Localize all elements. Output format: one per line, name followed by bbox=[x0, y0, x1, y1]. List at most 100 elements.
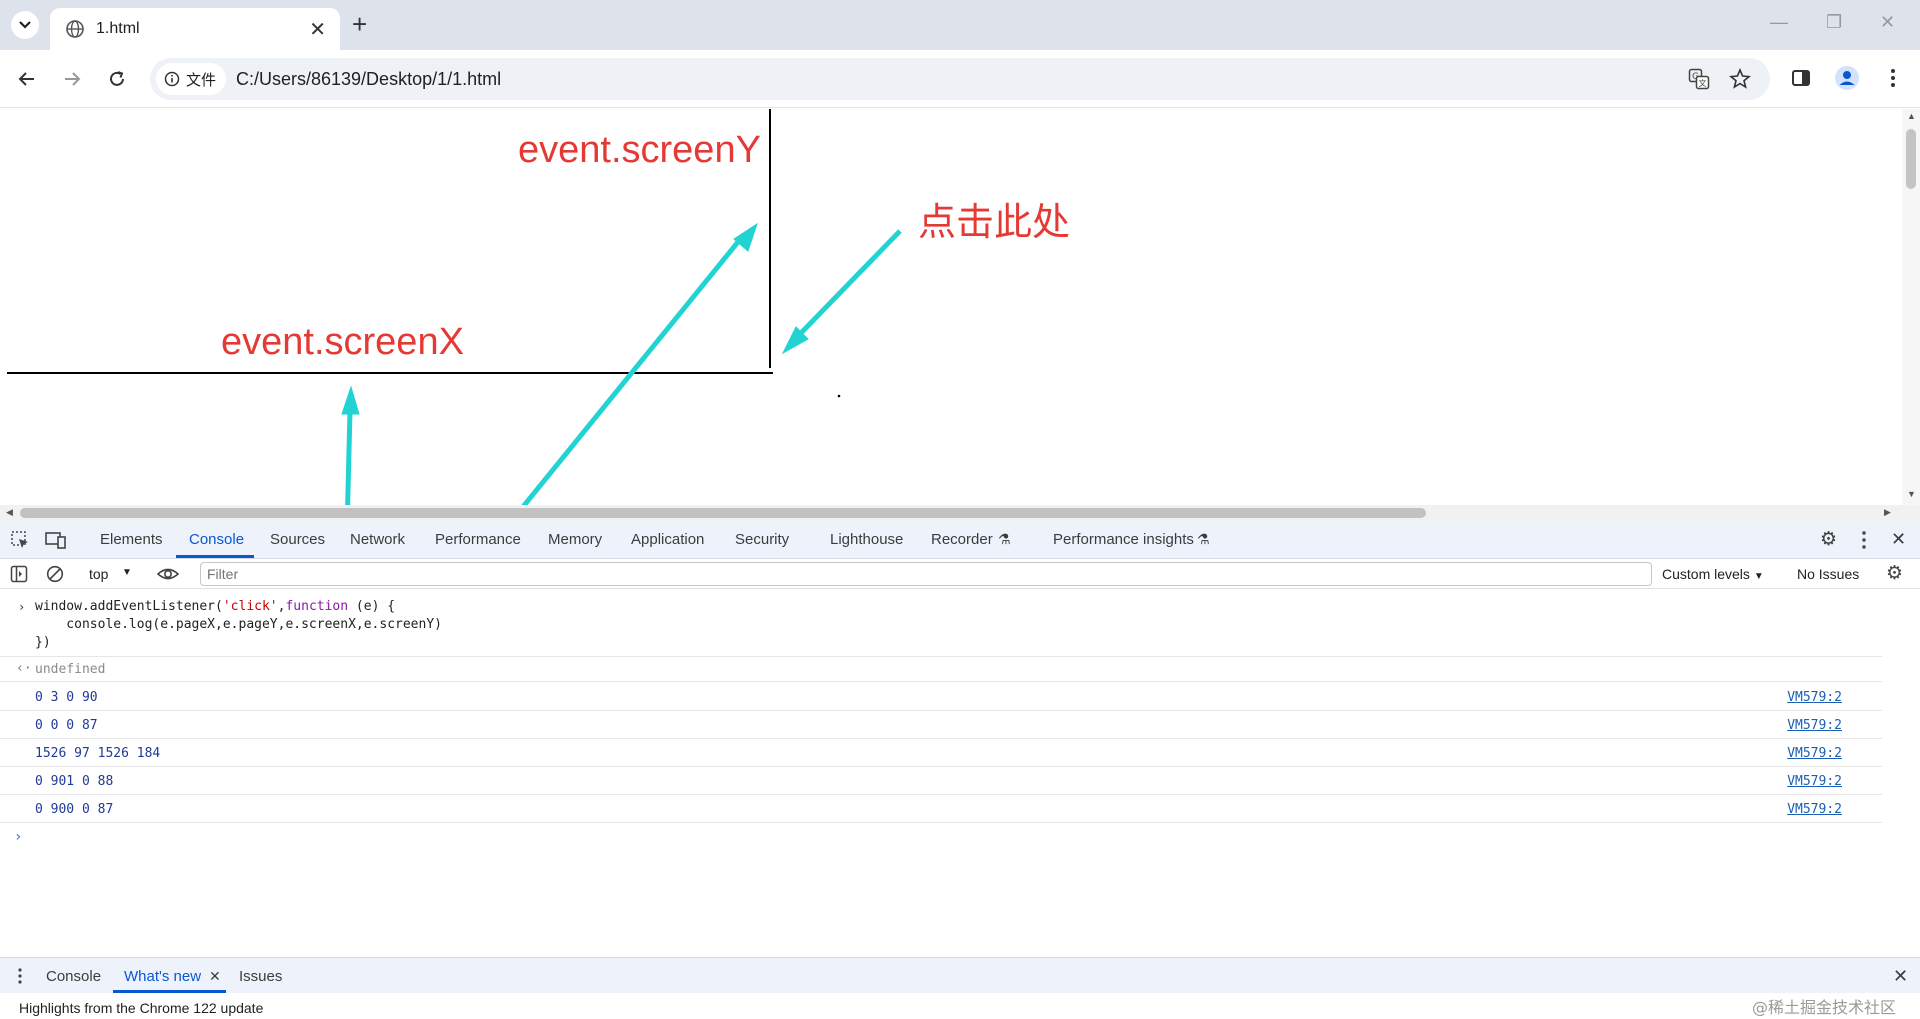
browser-tab[interactable]: 1.html ✕ bbox=[50, 8, 340, 50]
console-toolbar: top ▼ Filter Custom levels ▼ No Issues ⚙ bbox=[0, 559, 1920, 589]
chevron-down-icon bbox=[19, 21, 31, 29]
console-prompt-input[interactable]: › bbox=[14, 829, 22, 845]
kebab-menu-icon[interactable] bbox=[1878, 63, 1908, 93]
watermark: @稀土掘金技术社区 bbox=[1752, 998, 1897, 1017]
log-source-link[interactable]: VM579:2 bbox=[1787, 774, 1842, 789]
whats-new-heading: Highlights from the Chrome 122 update bbox=[19, 1000, 264, 1016]
whats-new-panel: Highlights from the Chrome 122 update @稀… bbox=[0, 993, 1920, 1019]
console-log-row: 0 3 0 90 VM579:2 bbox=[0, 683, 1882, 711]
log-text: 0 900 0 87 bbox=[35, 802, 114, 817]
close-tab-icon[interactable]: ✕ bbox=[309, 17, 326, 42]
drawer-tab-issues[interactable]: Issues bbox=[239, 968, 282, 985]
chevron-down-icon[interactable]: ▼ bbox=[122, 567, 132, 578]
drawer-tab-console[interactable]: Console bbox=[46, 968, 101, 985]
tab-console[interactable]: Console bbox=[189, 531, 244, 548]
arrow-screeny-head bbox=[733, 222, 758, 252]
click-dot bbox=[837, 394, 841, 398]
svg-text:文: 文 bbox=[1699, 78, 1707, 88]
address-bar[interactable]: 文件 C:/Users/86139/Desktop/1/1.html G文 bbox=[150, 58, 1770, 100]
side-panel-icon[interactable] bbox=[1786, 63, 1816, 93]
clear-console-icon[interactable] bbox=[46, 565, 64, 588]
tab-memory[interactable]: Memory bbox=[548, 531, 602, 548]
eye-icon[interactable] bbox=[156, 565, 180, 588]
sidebar-toggle-icon[interactable] bbox=[10, 565, 28, 588]
custom-levels-dropdown[interactable]: Custom levels ▼ bbox=[1662, 566, 1764, 582]
drawer-menu-icon[interactable] bbox=[18, 968, 22, 989]
devtools-drawer-tabs: Console What's new ✕ Issues ✕ bbox=[0, 957, 1920, 993]
tab-strip: 1.html ✕ + — ❐ ✕ bbox=[0, 0, 1920, 50]
horizontal-scroll-thumb[interactable] bbox=[20, 508, 1426, 518]
log-text: 0 0 0 87 bbox=[35, 718, 98, 733]
window-close-icon[interactable]: ✕ bbox=[1880, 12, 1895, 33]
tab-performance[interactable]: Performance bbox=[435, 531, 521, 548]
console-settings-icon[interactable]: ⚙ bbox=[1886, 562, 1903, 585]
reload-button[interactable] bbox=[102, 64, 132, 94]
globe-icon bbox=[66, 20, 84, 38]
label-click-here: 点击此处 bbox=[918, 200, 1071, 244]
device-toolbar-icon[interactable] bbox=[45, 530, 67, 555]
console-input-entry: › window.addEventListener('click',functi… bbox=[0, 589, 1882, 657]
scroll-up-icon[interactable]: ▲ bbox=[1907, 111, 1916, 121]
close-drawer-icon[interactable]: ✕ bbox=[1893, 966, 1908, 987]
console-log-row: 1526 97 1526 184 VM579:2 bbox=[0, 739, 1882, 767]
return-arrow-icon: ‹· bbox=[16, 661, 32, 676]
log-source-link[interactable]: VM579:2 bbox=[1787, 746, 1842, 761]
page-viewport[interactable]: event.screenY event.screenX 点击此处 bbox=[0, 109, 1902, 505]
horizontal-scrollbar[interactable]: ◀ ▶ bbox=[0, 505, 1920, 521]
console-log-row: 0 900 0 87 VM579:2 bbox=[0, 795, 1882, 823]
tab-application[interactable]: Application bbox=[631, 531, 704, 548]
console-log-row: 0 901 0 88 VM579:2 bbox=[0, 767, 1882, 795]
new-tab-button[interactable]: + bbox=[352, 10, 367, 38]
close-devtools-icon[interactable]: ✕ bbox=[1891, 529, 1906, 550]
close-tab-icon[interactable]: ✕ bbox=[209, 968, 221, 985]
log-source-link[interactable]: VM579:2 bbox=[1787, 718, 1842, 733]
log-source-link[interactable]: VM579:2 bbox=[1787, 690, 1842, 705]
arrow-screeny-shaft bbox=[521, 235, 744, 505]
back-button[interactable] bbox=[12, 64, 42, 94]
site-info-chip[interactable]: 文件 bbox=[156, 63, 227, 95]
console-output[interactable]: › window.addEventListener('click',functi… bbox=[0, 589, 1920, 957]
browser-toolbar: 文件 C:/Users/86139/Desktop/1/1.html G文 bbox=[0, 50, 1920, 108]
profile-avatar-icon[interactable] bbox=[1832, 63, 1862, 93]
filter-input[interactable]: Filter bbox=[200, 562, 1652, 586]
tab-performance-insights[interactable]: Performance insights bbox=[1053, 531, 1194, 548]
inspect-element-icon[interactable] bbox=[10, 530, 30, 555]
tab-sources[interactable]: Sources bbox=[270, 531, 325, 548]
flask-icon: ⚗ bbox=[998, 531, 1011, 547]
url-text[interactable]: C:/Users/86139/Desktop/1/1.html bbox=[236, 69, 501, 90]
issues-counter[interactable]: No Issues bbox=[1797, 566, 1859, 582]
restore-icon[interactable]: ❐ bbox=[1826, 12, 1842, 33]
vertical-scrollbar[interactable]: ▲ ▼ bbox=[1902, 109, 1920, 505]
context-select[interactable]: top bbox=[89, 566, 108, 582]
tab-lighthouse[interactable]: Lighthouse bbox=[830, 531, 903, 548]
flask-icon: ⚗ bbox=[1197, 531, 1210, 547]
scroll-right-icon[interactable]: ▶ bbox=[1884, 507, 1891, 518]
caret-down-icon: ▼ bbox=[1753, 571, 1764, 582]
arrow-screenx-shaft bbox=[345, 410, 353, 505]
tab-title: 1.html bbox=[96, 20, 140, 37]
tab-network[interactable]: Network bbox=[350, 531, 405, 548]
log-source-link[interactable]: VM579:2 bbox=[1787, 802, 1842, 817]
vertical-scroll-thumb[interactable] bbox=[1906, 129, 1916, 189]
log-text: 0 3 0 90 bbox=[35, 690, 98, 705]
bookmark-star-icon[interactable] bbox=[1725, 64, 1755, 94]
minimize-icon[interactable]: — bbox=[1770, 12, 1788, 33]
active-tab-indicator bbox=[176, 555, 254, 558]
tab-security[interactable]: Security bbox=[735, 531, 789, 548]
devtools-menu-icon[interactable] bbox=[1862, 531, 1866, 554]
scroll-left-icon[interactable]: ◀ bbox=[6, 507, 13, 518]
settings-gear-icon[interactable]: ⚙ bbox=[1820, 528, 1837, 551]
log-text: 0 901 0 88 bbox=[35, 774, 114, 789]
arrow-click-shaft bbox=[798, 229, 902, 336]
drawer-tab-whats-new[interactable]: What's new bbox=[124, 968, 201, 985]
tab-search-button[interactable] bbox=[11, 11, 39, 39]
code-line-2: console.log(e.pageX,e.pageY,e.screenX,e.… bbox=[35, 617, 442, 632]
tab-recorder[interactable]: Recorder bbox=[931, 531, 993, 548]
tab-elements[interactable]: Elements bbox=[100, 531, 163, 548]
forward-button[interactable] bbox=[57, 64, 87, 94]
prompt-chevron-icon: › bbox=[18, 600, 26, 614]
arrow-right-icon bbox=[65, 72, 81, 86]
info-icon bbox=[164, 71, 180, 87]
scroll-down-icon[interactable]: ▼ bbox=[1907, 489, 1916, 499]
translate-icon[interactable]: G文 bbox=[1684, 64, 1714, 94]
